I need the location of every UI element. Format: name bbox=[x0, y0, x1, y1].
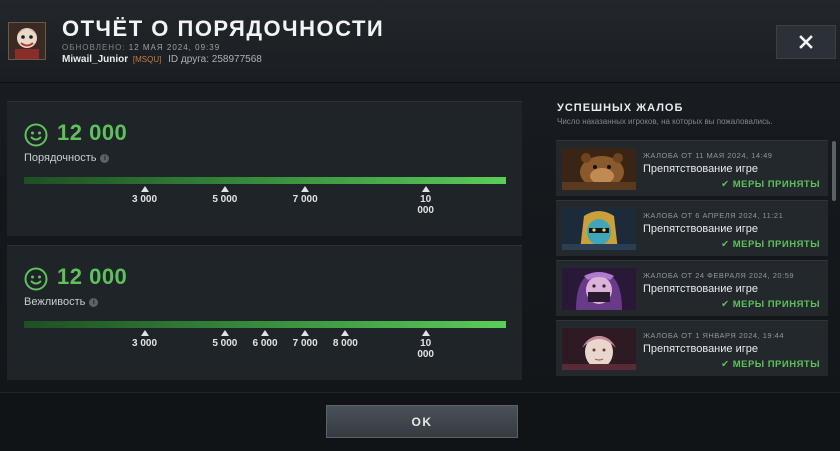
hero-portrait bbox=[562, 208, 636, 250]
report-reason: Препятствование игре bbox=[643, 283, 758, 295]
check-icon: ✔ bbox=[721, 239, 733, 250]
page-title: ОТЧЁТ О ПОРЯДОЧНОСТИ bbox=[62, 16, 385, 41]
report-reason: Препятствование игре bbox=[643, 163, 758, 175]
hero-portrait bbox=[562, 148, 636, 190]
report-status-text: МЕРЫ ПРИНЯТЫ bbox=[732, 299, 820, 310]
reports-title: УСПЕШНЫХ ЖАЛОБ bbox=[557, 102, 684, 114]
report-item[interactable]: ЖАЛОБА ОТ 11 МАЯ 2024, 14:49 Препятствов… bbox=[556, 140, 828, 196]
marker-triangle-icon bbox=[301, 330, 310, 336]
politeness-bar bbox=[24, 321, 506, 328]
report-status-text: МЕРЫ ПРИНЯТЫ bbox=[732, 359, 820, 370]
politeness-label-text: Вежливость bbox=[24, 296, 86, 308]
report-list[interactable]: ЖАЛОБА ОТ 11 МАЯ 2024, 14:49 Препятствов… bbox=[556, 140, 836, 380]
threshold-marker: 7 000 bbox=[275, 186, 335, 205]
updated-label: ОБНОВЛЕНО: bbox=[62, 43, 126, 52]
marker-label: 10 000 bbox=[417, 194, 434, 216]
report-item[interactable]: ЖАЛОБА ОТ 1 ЯНВАРЯ 2024, 19:44 Препятств… bbox=[556, 320, 828, 376]
report-status-text: МЕРЫ ПРИНЯТЫ bbox=[732, 179, 820, 190]
report-reason: Препятствование игре bbox=[643, 223, 758, 235]
report-list-scrollbar[interactable] bbox=[832, 141, 836, 201]
ok-button[interactable]: OK bbox=[326, 405, 518, 438]
threshold-marker: 3 000 bbox=[115, 186, 175, 205]
friend-id-label: ID друга: bbox=[168, 54, 209, 65]
report-item[interactable]: ЖАЛОБА ОТ 6 АПРЕЛЯ 2024, 11:21 Препятств… bbox=[556, 200, 828, 256]
threshold-marker: 10 000 bbox=[396, 186, 456, 216]
report-status: ✔ МЕРЫ ПРИНЯТЫ bbox=[721, 179, 820, 190]
report-item[interactable]: ЖАЛОБА ОТ 24 ФЕВРАЛЯ 2024, 20:59 Препятс… bbox=[556, 260, 828, 316]
marker-label: 3 000 bbox=[131, 338, 158, 349]
politeness-score: 12 000 bbox=[57, 264, 128, 289]
conduct-label-text: Порядочность bbox=[24, 152, 97, 164]
marker-triangle-icon bbox=[341, 330, 350, 336]
info-icon[interactable]: i bbox=[89, 298, 99, 307]
report-status: ✔ МЕРЫ ПРИНЯТЫ bbox=[721, 239, 820, 250]
threshold-marker: 5 000 bbox=[195, 186, 255, 205]
threshold-marker: 10 000 bbox=[396, 330, 456, 360]
threshold-marker: 8 000 bbox=[315, 330, 375, 349]
report-date: ЖАЛОБА ОТ 1 ЯНВАРЯ 2024, 19:44 bbox=[643, 331, 784, 340]
marker-triangle-icon bbox=[220, 186, 229, 192]
check-icon: ✔ bbox=[721, 299, 733, 310]
reports-subtitle: Число наказанных игроков, на которых вы … bbox=[557, 117, 773, 126]
report-date: ЖАЛОБА ОТ 11 МАЯ 2024, 14:49 bbox=[643, 151, 773, 160]
report-date: ЖАЛОБА ОТ 6 АПРЕЛЯ 2024, 11:21 bbox=[643, 211, 784, 220]
purple-hero-icon bbox=[562, 268, 636, 310]
bear-hero-icon bbox=[562, 148, 636, 190]
user-tag: [MSQU] bbox=[132, 55, 162, 64]
masked-hero-icon bbox=[562, 208, 636, 250]
report-status: ✔ МЕРЫ ПРИНЯТЫ bbox=[721, 299, 820, 310]
politeness-panel: 12 000 Вежливость i 3 000 5 000 6 000 7 000 8… bbox=[7, 245, 522, 380]
marker-triangle-icon bbox=[220, 330, 229, 336]
threshold-marker: 3 000 bbox=[115, 330, 175, 349]
smiley-icon bbox=[24, 267, 48, 291]
avatar-image bbox=[9, 23, 45, 59]
conduct-report-dialog: ОТЧЁТ О ПОРЯДОЧНОСТИ ОБНОВЛЕНО: 12 МАЯ 2… bbox=[0, 0, 840, 451]
report-date: ЖАЛОБА ОТ 24 ФЕВРАЛЯ 2024, 20:59 bbox=[643, 271, 795, 280]
avatar[interactable] bbox=[8, 22, 46, 60]
hero-portrait bbox=[562, 268, 636, 310]
friend-id: 258977568 bbox=[211, 54, 262, 65]
dialog-header: ОТЧЁТ О ПОРЯДОЧНОСТИ ОБНОВЛЕНО: 12 МАЯ 2… bbox=[0, 0, 840, 83]
marker-label: 8 000 bbox=[332, 338, 358, 349]
conduct-label: Порядочность i bbox=[24, 152, 110, 164]
username[interactable]: Miwail_Junior bbox=[62, 54, 128, 65]
pale-hero-icon bbox=[562, 328, 636, 370]
marker-label: 3 000 bbox=[131, 194, 158, 205]
check-icon: ✔ bbox=[721, 179, 733, 190]
marker-triangle-icon bbox=[261, 330, 269, 336]
report-status: ✔ МЕРЫ ПРИНЯТЫ bbox=[721, 359, 820, 370]
marker-label: 10 000 bbox=[417, 338, 434, 360]
marker-triangle-icon bbox=[140, 186, 149, 192]
politeness-label: Вежливость i bbox=[24, 296, 99, 308]
smiley-icon bbox=[24, 123, 48, 147]
marker-triangle-icon bbox=[140, 330, 149, 336]
report-reason: Препятствование игре bbox=[643, 343, 758, 355]
marker-triangle-icon bbox=[421, 186, 430, 192]
conduct-panel: 12 000 Порядочность i 3 000 5 000 7 000 10 0… bbox=[7, 101, 522, 236]
user-info: Miwail_Junior [MSQU] ID друга: 258977568 bbox=[62, 54, 262, 65]
info-icon[interactable]: i bbox=[100, 154, 110, 163]
report-status-text: МЕРЫ ПРИНЯТЫ bbox=[732, 239, 820, 250]
close-icon bbox=[799, 35, 813, 49]
conduct-score: 12 000 bbox=[57, 120, 128, 145]
marker-label: 5 000 bbox=[212, 194, 238, 205]
hero-portrait bbox=[562, 328, 636, 370]
conduct-bar bbox=[24, 177, 506, 184]
updated-timestamp: ОБНОВЛЕНО: 12 МАЯ 2024, 09:39 bbox=[62, 43, 220, 52]
marker-triangle-icon bbox=[421, 330, 430, 336]
updated-value: 12 МАЯ 2024, 09:39 bbox=[128, 43, 221, 52]
check-icon: ✔ bbox=[721, 359, 733, 370]
marker-triangle-icon bbox=[301, 186, 310, 192]
marker-label: 7 000 bbox=[292, 194, 318, 205]
close-button[interactable] bbox=[776, 25, 836, 59]
